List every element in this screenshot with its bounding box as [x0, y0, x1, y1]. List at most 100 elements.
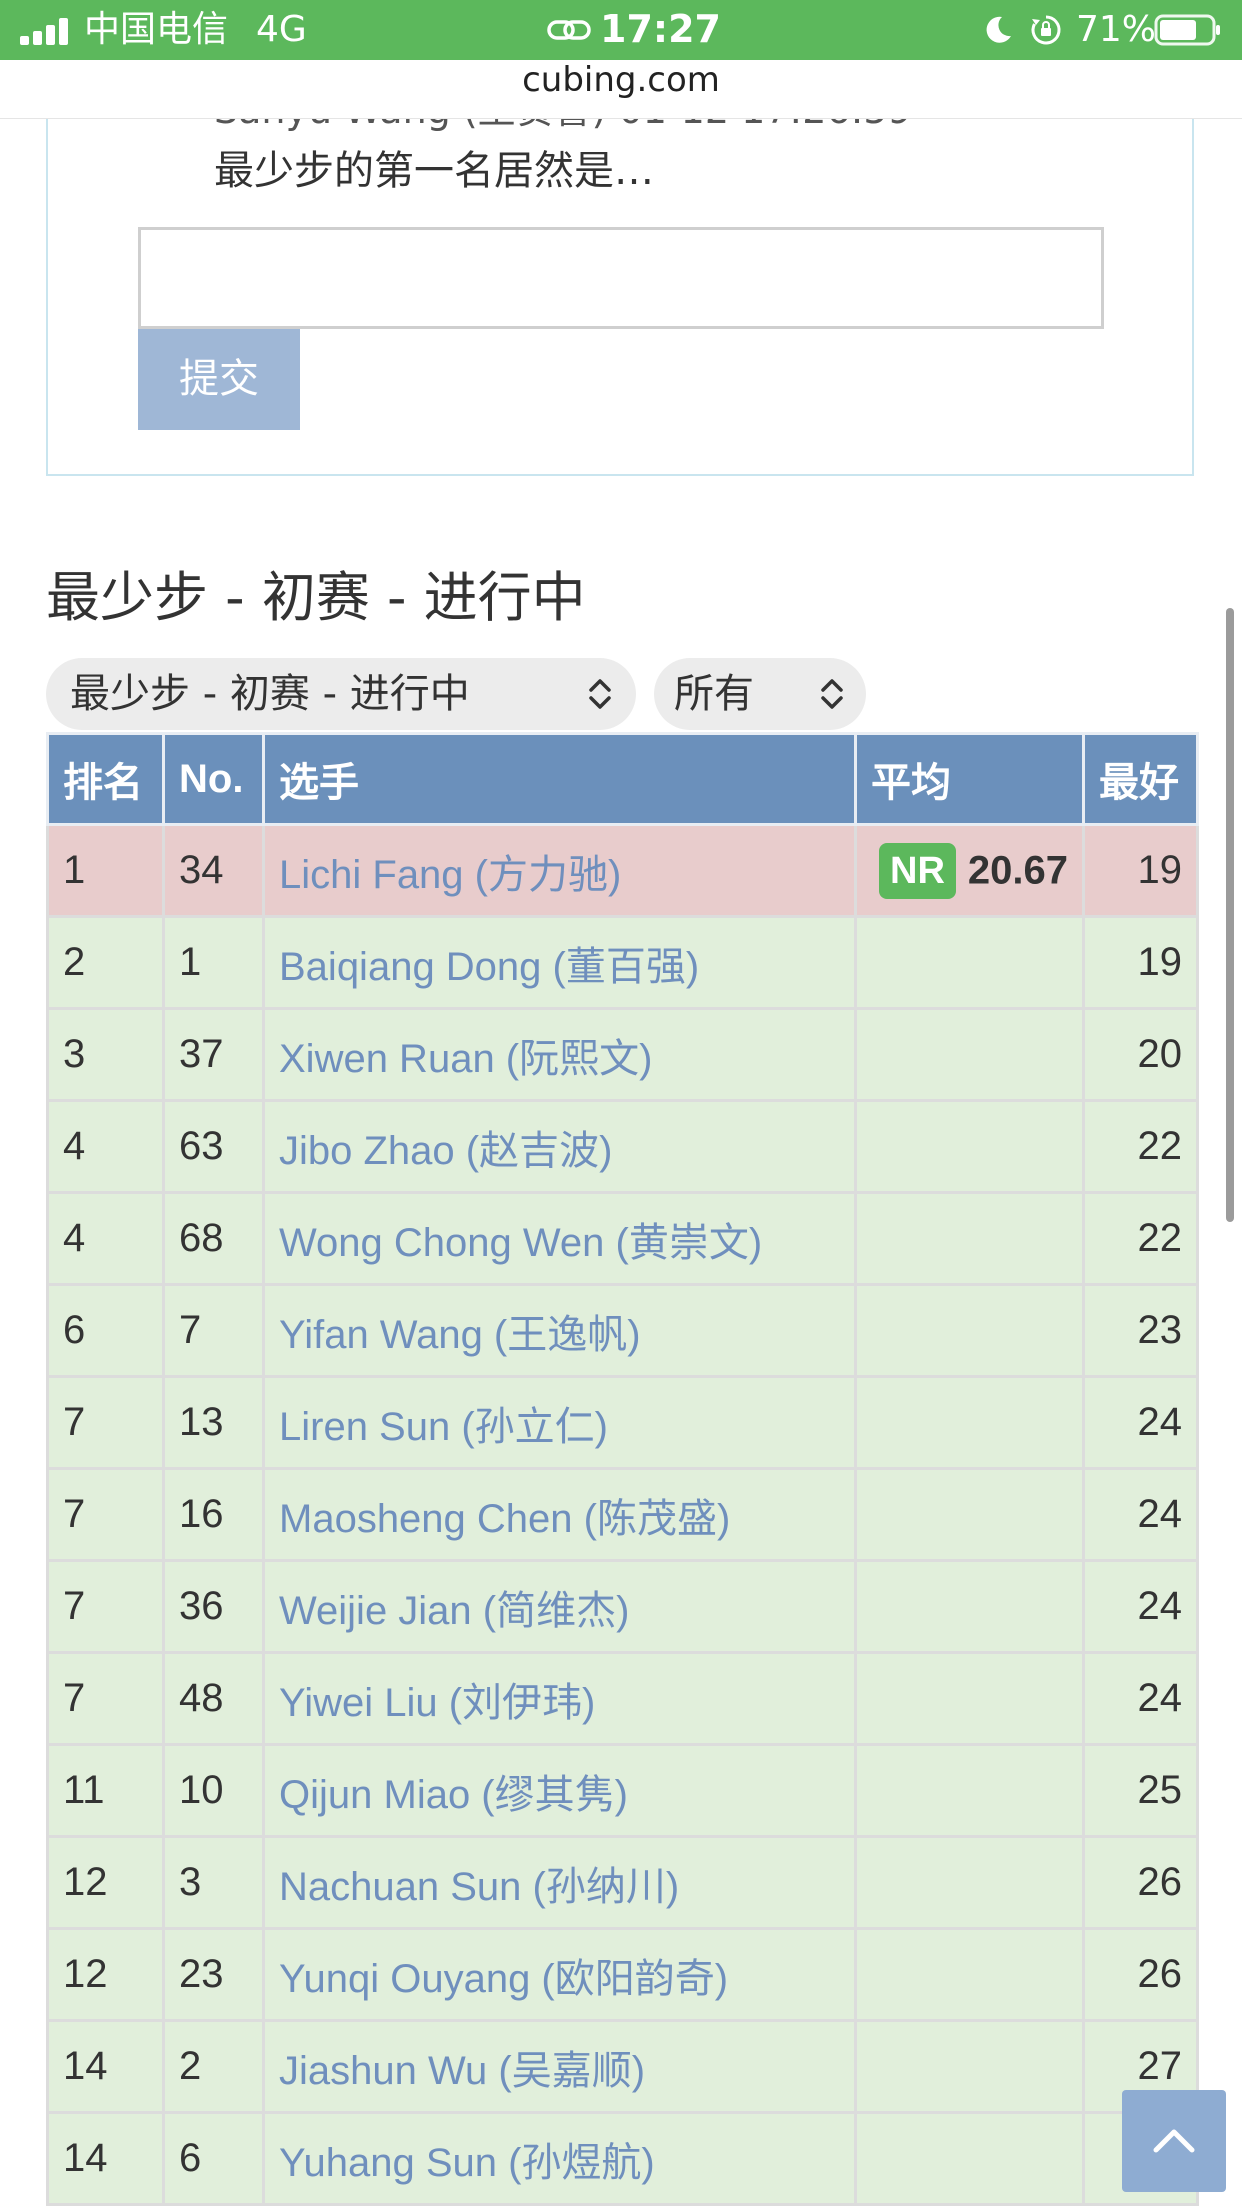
- cell-average: [854, 1835, 1085, 1930]
- cell-rank: 14: [46, 2111, 165, 2206]
- table-row: 1 34 Lichi Fang (方力驰) NR 20.67 19: [46, 823, 1199, 918]
- cell-best: 19: [1082, 915, 1199, 1010]
- competitor-link[interactable]: Weijie Jian (简维杰): [262, 1559, 857, 1654]
- cell-no: 16: [162, 1467, 265, 1562]
- cell-average: [854, 1191, 1085, 1286]
- cell-average: [854, 1283, 1085, 1378]
- cell-best: 26: [1082, 1835, 1199, 1930]
- table-row: 4 68 Wong Chong Wen (黄崇文) 22: [46, 1191, 1199, 1286]
- cell-rank: 12: [46, 1835, 165, 1930]
- cell-no: 13: [162, 1375, 265, 1470]
- table-header-row: 排名 No. 选手 平均 最好: [46, 732, 1199, 826]
- submit-button[interactable]: 提交: [138, 329, 300, 430]
- cell-no: 34: [162, 823, 265, 918]
- cell-rank: 7: [46, 1467, 165, 1562]
- battery-percentage: 71%: [1076, 9, 1157, 50]
- competitor-link[interactable]: Lichi Fang (方力驰): [262, 823, 857, 918]
- network-type: 4G: [256, 9, 307, 50]
- filter-select[interactable]: 所有: [654, 658, 866, 730]
- back-to-top-button[interactable]: [1122, 2090, 1226, 2192]
- header-person[interactable]: 选手: [262, 732, 857, 826]
- cell-no: 68: [162, 1191, 265, 1286]
- cell-best: 25: [1082, 1743, 1199, 1838]
- competitor-link[interactable]: Liren Sun (孙立仁): [262, 1375, 857, 1470]
- cell-no: 3: [162, 1835, 265, 1930]
- competitor-link[interactable]: Jibo Zhao (赵吉波): [262, 1099, 857, 1194]
- cell-rank: 11: [46, 1743, 165, 1838]
- competitor-link[interactable]: Baiqiang Dong (董百强): [262, 915, 857, 1010]
- cell-no: 36: [162, 1559, 265, 1654]
- competitor-link[interactable]: Maosheng Chen (陈茂盛): [262, 1467, 857, 1562]
- table-row: 7 48 Yiwei Liu (刘伊玮) 24: [46, 1651, 1199, 1746]
- cell-average: [854, 1007, 1085, 1102]
- cell-rank: 4: [46, 1099, 165, 1194]
- chevron-up-icon: [1153, 2129, 1195, 2153]
- cell-rank: 7: [46, 1559, 165, 1654]
- table-row: 4 63 Jibo Zhao (赵吉波) 22: [46, 1099, 1199, 1194]
- select-chevron-icon: [821, 679, 843, 709]
- cell-average: NR 20.67: [854, 823, 1085, 918]
- round-select-value: 最少步 - 初赛 - 进行中: [70, 671, 470, 717]
- competitor-link[interactable]: Jiashun Wu (吴嘉顺): [262, 2019, 857, 2114]
- rotation-lock-icon: [1031, 15, 1061, 45]
- cell-average: [854, 1743, 1085, 1838]
- competitor-link[interactable]: Wong Chong Wen (黄崇文): [262, 1191, 857, 1286]
- cell-average: [854, 1927, 1085, 2022]
- record-badge: NR: [879, 842, 956, 899]
- competitor-link[interactable]: Yifan Wang (王逸帆): [262, 1283, 857, 1378]
- link-icon: [547, 20, 591, 40]
- results-table: 排名 No. 选手 平均 最好 1 34 Lichi Fang (方力驰) NR 20.…: [46, 732, 1199, 2206]
- cell-rank: 6: [46, 1283, 165, 1378]
- comment-text: 最少步的第一名居然是…: [214, 148, 654, 194]
- cell-average: [854, 1559, 1085, 1654]
- cell-no: 10: [162, 1743, 265, 1838]
- comment-input[interactable]: [138, 227, 1104, 329]
- header-no[interactable]: No.: [162, 732, 265, 826]
- competitor-link[interactable]: Yiwei Liu (刘伊玮): [262, 1651, 857, 1746]
- table-row: 14 6 Yuhang Sun (孙煜航): [46, 2111, 1199, 2206]
- cell-rank: 4: [46, 1191, 165, 1286]
- average-value: 20.67: [967, 848, 1068, 892]
- cell-best: 26: [1082, 1927, 1199, 2022]
- table-row: 2 1 Baiqiang Dong (董百强) 19: [46, 915, 1199, 1010]
- cell-average: [854, 1651, 1085, 1746]
- filter-select-value: 所有: [674, 671, 754, 717]
- signal-icon: [20, 17, 72, 45]
- cell-best: 19: [1082, 823, 1199, 918]
- competitor-link[interactable]: Yunqi Ouyang (欧阳韵奇): [262, 1927, 857, 2022]
- round-select[interactable]: 最少步 - 初赛 - 进行中: [46, 658, 636, 730]
- competitor-link[interactable]: Nachuan Sun (孙纳川): [262, 1835, 857, 1930]
- cell-no: 37: [162, 1007, 265, 1102]
- competitor-link[interactable]: Qijun Miao (缪其隽): [262, 1743, 857, 1838]
- header-rank[interactable]: 排名: [46, 732, 165, 826]
- header-average[interactable]: 平均: [854, 732, 1085, 826]
- competitor-link[interactable]: Xiwen Ruan (阮熙文): [262, 1007, 857, 1102]
- select-chevron-icon: [589, 679, 611, 709]
- cell-average: [854, 915, 1085, 1010]
- cell-average: [854, 2111, 1085, 2206]
- cell-rank: 1: [46, 823, 165, 918]
- table-row: 7 36 Weijie Jian (简维杰) 24: [46, 1559, 1199, 1654]
- status-bar: 中国电信 4G 17:27 71%: [0, 0, 1242, 60]
- cell-best: 24: [1082, 1467, 1199, 1562]
- page-scrollbar[interactable]: [1226, 608, 1234, 1222]
- cell-best: 22: [1082, 1099, 1199, 1194]
- cell-no: 7: [162, 1283, 265, 1378]
- carrier-label: 中国电信: [84, 9, 229, 50]
- cell-no: 6: [162, 2111, 265, 2206]
- section-title: 最少步 - 初赛 - 进行中: [46, 566, 586, 629]
- cell-average: [854, 2019, 1085, 2114]
- competitor-link[interactable]: Yuhang Sun (孙煜航): [262, 2111, 857, 2206]
- clock: 17:27: [600, 7, 721, 51]
- cell-no: 23: [162, 1927, 265, 2022]
- cell-best: 22: [1082, 1191, 1199, 1286]
- cell-average: [854, 1375, 1085, 1470]
- cell-best: 24: [1082, 1651, 1199, 1746]
- cell-best: 20: [1082, 1007, 1199, 1102]
- table-row: 7 16 Maosheng Chen (陈茂盛) 24: [46, 1467, 1199, 1562]
- cell-no: 2: [162, 2019, 265, 2114]
- header-best[interactable]: 最好: [1082, 732, 1199, 826]
- table-row: 7 13 Liren Sun (孙立仁) 24: [46, 1375, 1199, 1470]
- cell-best: 24: [1082, 1559, 1199, 1654]
- cell-rank: 14: [46, 2019, 165, 2114]
